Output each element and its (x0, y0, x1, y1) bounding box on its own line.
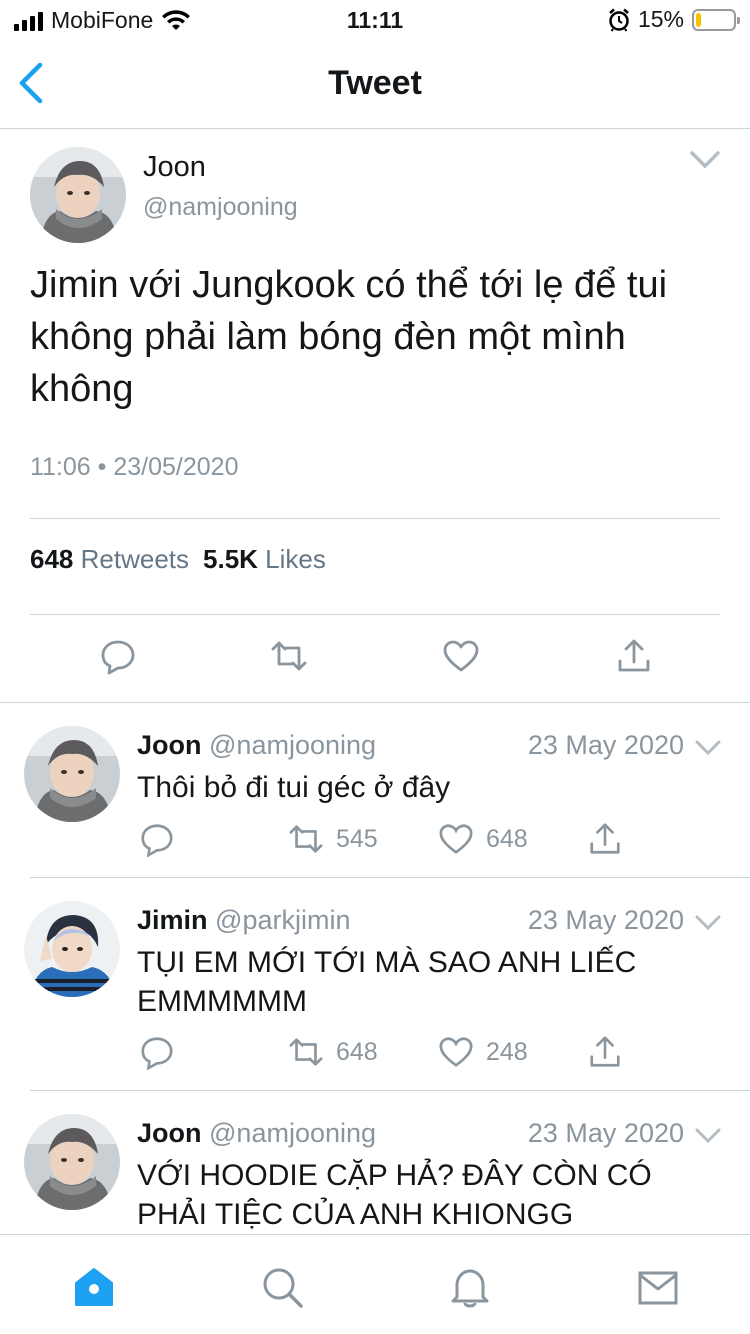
reply-tweet[interactable]: Jimin @parkjimin 23 May 2020 TỤI EM MỚI … (0, 879, 750, 1091)
messages-icon[interactable] (636, 1265, 680, 1309)
battery-percent: 15% (637, 6, 684, 32)
share-button[interactable] (587, 821, 623, 857)
like-button[interactable]: 248 (438, 1034, 528, 1070)
search-icon[interactable] (260, 1265, 304, 1309)
reply-author-name[interactable]: Joon (137, 730, 202, 760)
reply-text: Thôi bỏ đi tui géc ở đây (137, 771, 451, 804)
status-right: 15% (608, 6, 740, 33)
reply-icon (141, 1037, 173, 1070)
chevron-down-icon[interactable] (688, 147, 722, 173)
reply-author-handle[interactable]: @parkjimin (215, 905, 350, 935)
avatar[interactable] (30, 147, 126, 243)
chevron-down-icon[interactable] (694, 1126, 722, 1146)
retweet-icon (289, 825, 323, 853)
reply-icon (141, 824, 173, 857)
reply-actions: 545 648 (137, 821, 637, 857)
share-icon[interactable] (615, 637, 653, 675)
reply-author-handle[interactable]: @namjooning (209, 730, 376, 760)
reply-text: VỚI HOODIE CẶP HẢ? ĐÂY CÒN CÓ PHẢI TIỆC … (137, 1159, 652, 1231)
likes-stat[interactable]: 5.5K Likes (203, 544, 326, 575)
tab-bar (0, 1234, 750, 1334)
status-bar: MobiFone 11:11 15% (0, 0, 750, 40)
main-tweet: Joon @namjooning Jimin với Jungkook có t… (0, 129, 750, 703)
avatar[interactable] (24, 1114, 120, 1210)
reply-header: Joon @namjooning 23 May 2020 (137, 730, 722, 764)
retweet-icon[interactable] (270, 637, 308, 675)
like-icon (439, 824, 473, 854)
retweets-label: Retweets (80, 544, 190, 574)
reply-author-handle[interactable]: @namjooning (209, 1118, 376, 1148)
chevron-down-icon[interactable] (694, 913, 722, 933)
reply-button[interactable] (139, 821, 175, 857)
page-title: Tweet (328, 64, 422, 102)
reply-text: TỤI EM MỚI TỚI MÀ SAO ANH LIẾC EMMMMMM (137, 946, 637, 1018)
nav-bar: Tweet (0, 40, 750, 129)
tweet-text: Jimin với Jungkook có thể tới lẹ để tui … (30, 264, 668, 410)
alarm-icon (609, 8, 629, 32)
reply-date: 23 May 2020 (527, 730, 684, 760)
reply-author-name[interactable]: Joon (137, 1118, 202, 1148)
retweet-button[interactable]: 545 (288, 821, 378, 857)
reply-date: 23 May 2020 (527, 1118, 684, 1148)
share-button[interactable] (587, 1034, 623, 1070)
retweets-stat[interactable]: 648 Retweets (30, 544, 189, 575)
reply-date: 23 May 2020 (527, 905, 684, 935)
reply-header: Joon @namjooning 23 May 2020 (137, 1118, 722, 1152)
likes-label: Likes (265, 544, 326, 574)
like-count: 648 (486, 824, 528, 853)
divider (30, 614, 720, 615)
share-icon (590, 823, 620, 854)
notifications-icon[interactable] (448, 1265, 492, 1309)
share-icon (590, 1036, 620, 1067)
retweet-button[interactable]: 648 (288, 1034, 378, 1070)
chevron-down-icon[interactable] (694, 738, 722, 758)
retweets-count: 648 (30, 544, 74, 574)
like-button[interactable]: 648 (438, 821, 528, 857)
tweet-timestamp: 11:06 • 23/05/2020 (30, 453, 239, 481)
battery-icon (692, 8, 740, 31)
home-icon[interactable] (72, 1265, 116, 1309)
author-handle[interactable]: @namjooning (143, 193, 298, 222)
like-count: 248 (486, 1037, 528, 1066)
like-icon (439, 1037, 473, 1067)
like-icon[interactable] (442, 637, 480, 675)
retweet-icon (289, 1038, 323, 1066)
reply-tweet[interactable]: Joon @namjooning 23 May 2020 Thôi bỏ đi … (0, 704, 750, 878)
avatar[interactable] (24, 726, 120, 822)
likes-count: 5.5K (203, 544, 258, 574)
reply-icon[interactable] (99, 637, 137, 675)
author-name[interactable]: Joon (143, 151, 206, 184)
avatar[interactable] (24, 901, 120, 997)
tweet-actions (0, 637, 750, 677)
divider (30, 518, 720, 519)
reply-header: Jimin @parkjimin 23 May 2020 (137, 905, 722, 939)
retweet-count: 545 (336, 824, 378, 853)
tweet-stats: 648 Retweets 5.5K Likes (30, 544, 326, 575)
retweet-count: 648 (336, 1037, 378, 1066)
battery-level (696, 12, 701, 27)
reply-author-name[interactable]: Jimin (137, 905, 208, 935)
reply-button[interactable] (139, 1034, 175, 1070)
reply-tweet[interactable]: Joon @namjooning 23 May 2020 VỚI HOODIE … (0, 1092, 750, 1234)
reply-actions: 648 248 (137, 1034, 637, 1070)
